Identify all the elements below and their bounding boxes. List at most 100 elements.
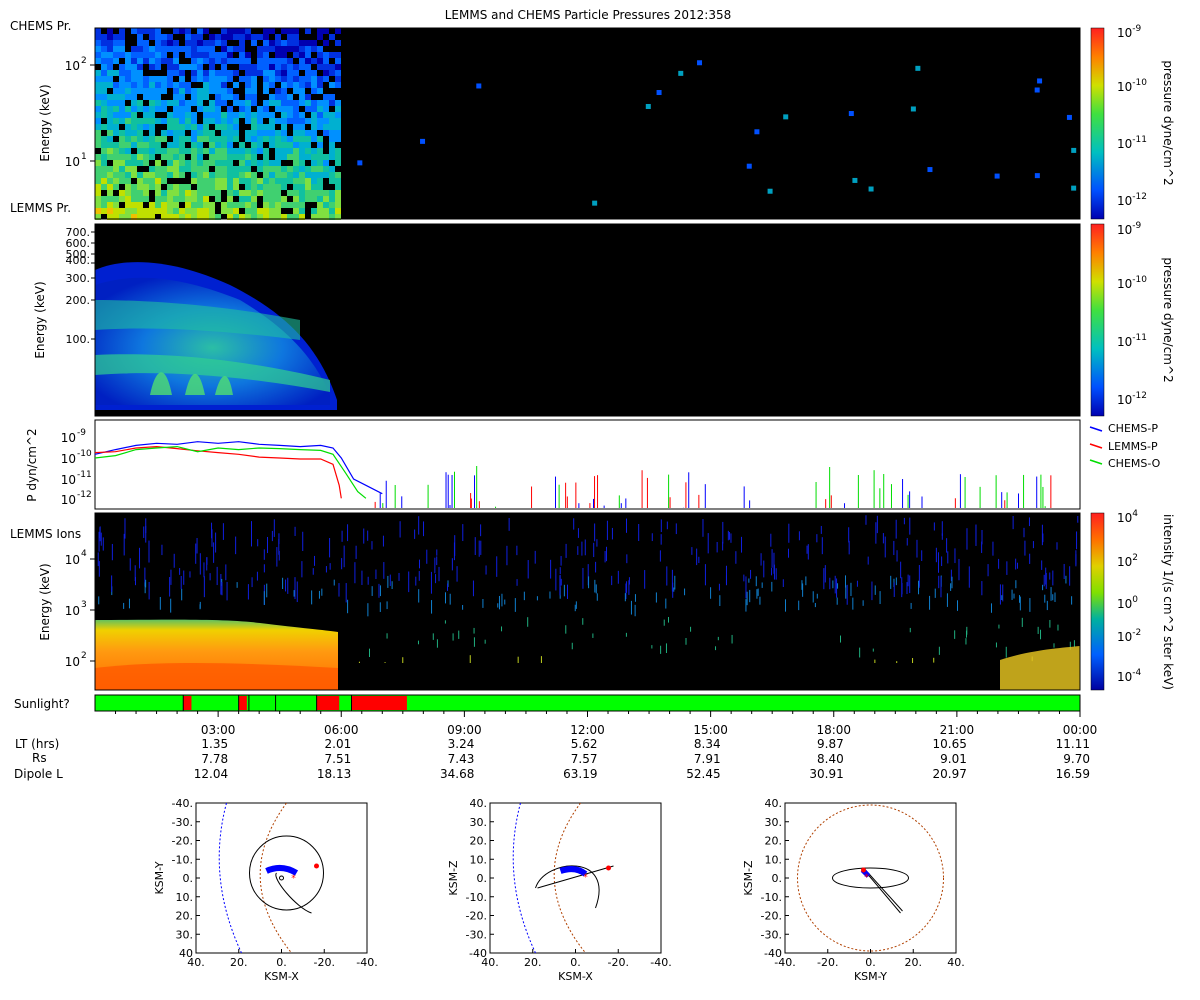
orbit-xtick: 20.	[905, 956, 923, 969]
orbit-xtick: 0.	[276, 956, 287, 969]
orbit-xtick: 20.	[230, 956, 248, 969]
pressure-ytick-3: 10	[61, 473, 76, 487]
ions-ytick-1: 10	[65, 553, 80, 567]
orbit-ytick: 10.	[765, 853, 783, 866]
orbit-ytick: -30.	[466, 928, 487, 941]
time-tick-label: 06:00	[324, 723, 359, 737]
time-tick-label: 21:00	[940, 723, 975, 737]
time-row-value: 8.40	[817, 752, 844, 766]
time-row-value: 9.87	[817, 737, 844, 751]
orbit-ytick: 40	[179, 947, 193, 960]
time-row-value: 5.62	[571, 737, 598, 751]
sunlight-panel: Sunlight?	[14, 694, 1081, 712]
svg-text:10-2: 10-2	[1117, 628, 1141, 644]
lemms-pr-colorbar-label: pressure dyne/cm^2	[1161, 257, 1175, 382]
orbit-ytick: -10.	[172, 853, 193, 866]
time-row-value: 9.70	[1063, 752, 1090, 766]
legend-chems-o: CHEMS-O	[1089, 457, 1161, 470]
orbit-xtick: 20.	[524, 956, 542, 969]
svg-text:-9: -9	[77, 428, 86, 438]
lemms-ions-panel: LEMMS Ions Energy (keV) 10 4 10 3 10 2 104 …	[10, 509, 1175, 691]
svg-text:1: 1	[81, 152, 87, 162]
chems-pr-colorbar	[1090, 27, 1105, 220]
ions-ytick-2: 10	[65, 604, 80, 618]
svg-text:-11: -11	[77, 470, 92, 480]
lemms-pr-ytick-100: 100.	[66, 333, 91, 346]
orbit-plot-1: *40. 20. 0. -20. -40.-40.-30.-20.-10.0.10.20…	[153, 797, 378, 983]
orbit-ytick: -20.	[466, 910, 487, 923]
svg-text:2: 2	[81, 651, 87, 661]
time-tick-label: 12:00	[570, 723, 605, 737]
svg-text:CHEMS-O: CHEMS-O	[1108, 457, 1161, 470]
orbit-ytick: -40	[764, 947, 782, 960]
orbit-ytick: -10.	[466, 891, 487, 904]
svg-text:10-11: 10-11	[1117, 135, 1147, 151]
orbit-ytick: 40.	[765, 797, 783, 810]
lemms-pr-ytick-200: 200.	[66, 294, 91, 307]
svg-text:104: 104	[1117, 509, 1138, 525]
svg-text:10-12: 10-12	[1117, 192, 1147, 208]
time-row-value: 7.43	[448, 752, 475, 766]
lemms-pr-ytick-400: 400.	[66, 254, 91, 267]
svg-text:10-11: 10-11	[1117, 333, 1147, 349]
svg-text:10-9: 10-9	[1117, 221, 1142, 237]
orbit-ytick: 30.	[470, 816, 488, 829]
lemms-ions-yticks: 10 4 10 3 10 2	[65, 549, 95, 669]
orbit-ytick: 0.	[772, 872, 783, 885]
time-row-value: 34.68	[440, 767, 474, 781]
orbit-ytick: 30.	[765, 816, 783, 829]
time-row-value: 52.45	[686, 767, 720, 781]
time-row-value: 7.57	[571, 752, 598, 766]
time-row-value: 16.59	[1056, 767, 1090, 781]
chems-pr-label: CHEMS Pr.	[10, 19, 71, 33]
orbit-ytick: 20.	[470, 835, 488, 848]
time-tick-label: 03:00	[201, 723, 236, 737]
orbit-xtick: -20.	[608, 956, 629, 969]
svg-text:LEMMS-P: LEMMS-P	[1108, 440, 1158, 453]
ions-ytick-3: 10	[65, 655, 80, 669]
svg-text:*: *	[291, 874, 296, 884]
time-row-value: 3.24	[448, 737, 475, 751]
chems-pr-colorbar-label: pressure dyne/cm^2	[1161, 60, 1175, 185]
orbit-plot-2: *40. 20. 0. -20. -40.40.30.20.10.0.-10.-20.-…	[447, 797, 672, 983]
svg-text:*: *	[583, 873, 588, 883]
svg-text:*: *	[864, 873, 869, 883]
lemms-pr-yticks: 700. 600. 500. 400. 300. 200. 100.	[66, 226, 95, 346]
time-row-value: 18.13	[317, 767, 351, 781]
chems-pr-colorbar-ticks: 10-9 10-10 10-11 10-12	[1117, 24, 1147, 208]
lemms-pr-label: LEMMS Pr.	[10, 201, 71, 215]
shadow-interval-4	[351, 696, 407, 710]
orbit-ytick: 20.	[765, 835, 783, 848]
svg-text:-10: -10	[77, 449, 92, 459]
svg-text:-12: -12	[77, 490, 92, 500]
svg-text:4: 4	[81, 549, 87, 559]
time-row-value: 63.19	[563, 767, 597, 781]
lemms-pr-colorbar-ticks: 10-9 10-10 10-11 10-12	[1117, 221, 1147, 407]
figure: LEMMS and CHEMS Particle Pressures 2012:…	[10, 8, 1175, 983]
svg-text:10-9: 10-9	[1117, 24, 1142, 40]
orbit-ytick: 0.	[183, 872, 194, 885]
lemms-ions-colorbar-label: intensity 1/(s cm^2 ster keV)	[1161, 514, 1175, 690]
orbit-ytick: 30.	[176, 928, 194, 941]
chems-pressure-panel: CHEMS Pr. Energy (keV) 10 2 10 1 10-9 10…	[10, 19, 1175, 220]
orbit-ytick: -20.	[172, 835, 193, 848]
svg-text:10-12: 10-12	[1117, 391, 1147, 407]
time-axis: LT (hrs) Rs Dipole L 03:001.357.7812.04 0…	[14, 711, 1097, 781]
time-row-value: 12.04	[194, 767, 228, 781]
lemms-ions-colorbar-ticks: 104 102 100 10-2 10-4	[1117, 509, 1142, 684]
orbit-xtick: 40.	[947, 956, 965, 969]
lemms-pr-ylabel: Energy (keV)	[33, 281, 47, 358]
pressure-ytick-2: 10	[61, 452, 76, 466]
shadow-interval-3	[316, 696, 340, 710]
pressure-ytick-1: 10	[61, 431, 76, 445]
orbit-ytick: 10.	[176, 891, 194, 904]
orbit-ylabel: KSM-Y	[153, 861, 166, 894]
svg-text:CHEMS-P: CHEMS-P	[1108, 422, 1158, 435]
chems-pr-ytick-1: 10 2	[65, 56, 95, 73]
orbit-ylabel: KSM-Z	[447, 860, 460, 896]
orbit-ytick: -20.	[761, 910, 782, 923]
orbit-ytick: 40.	[470, 797, 488, 810]
time-row-value: 7.51	[325, 752, 352, 766]
pressure-line-panel: P dyn/cm^2 10 -9 10 -10 10 -11 10 -12 CHEMS-…	[25, 419, 1161, 510]
lemms-pressure-panel: LEMMS Pr. Energy (keV) 700. 600. 500. 40…	[10, 201, 1175, 417]
